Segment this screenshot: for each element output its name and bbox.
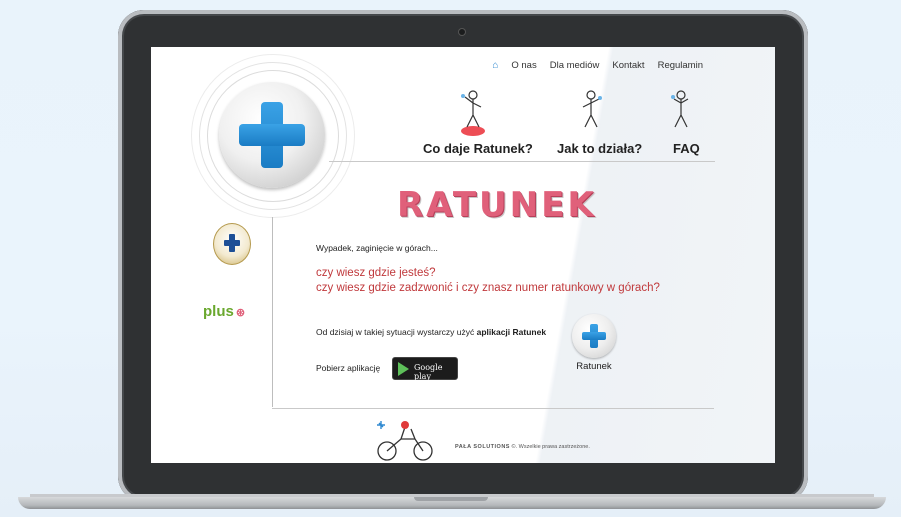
link-co-daje-ratunek[interactable]: Co daje Ratunek? <box>423 141 533 156</box>
nav-item-kontakt[interactable]: Kontakt <box>612 60 644 71</box>
mountain-rescue-emblem <box>213 223 251 265</box>
app-logo[interactable] <box>572 314 616 358</box>
footer-copyright: ©. Wszelkie prawa zastrzeżone. <box>511 444 590 450</box>
stick-figure-icon <box>671 90 689 128</box>
ratunek-logo[interactable] <box>219 82 325 188</box>
bike-rider-icon <box>377 421 433 461</box>
laptop-notch <box>414 497 488 501</box>
nav-item-dla-mediow[interactable]: Dla mediów <box>550 60 600 71</box>
footer-divider <box>272 408 714 409</box>
usage-prefix: Od dzisiaj w takiej sytuacji wystarczy u… <box>316 327 477 337</box>
link-faq[interactable]: FAQ <box>673 141 700 156</box>
question-number: czy wiesz gdzie zadzwonić i czy znasz nu… <box>316 282 660 294</box>
link-jak-to-dziala[interactable]: Jak to działa? <box>557 141 642 156</box>
page-title: RATUNEK <box>397 185 597 225</box>
cross-icon <box>224 234 240 252</box>
screen: ⌂ O nas Dla mediów Kontakt Regulamin Co … <box>151 47 775 463</box>
content-divider <box>272 217 273 407</box>
header-divider <box>329 161 715 162</box>
nav-item-o-nas[interactable]: O nas <box>511 60 536 71</box>
google-play-label: Google play <box>414 363 443 381</box>
footer-text: PAŁA SOLUTIONS ©. Wszelkie prawa zastrze… <box>455 444 590 450</box>
app-name-label: Ratunek <box>576 361 612 372</box>
cross-icon <box>239 102 305 168</box>
usage-app-name[interactable]: aplikacji Ratunek <box>477 327 546 337</box>
google-play-button[interactable]: Google play <box>392 357 458 381</box>
stick-figure-icon <box>461 90 485 136</box>
plus-logo: plus ⊛ <box>203 303 246 320</box>
home-icon[interactable]: ⌂ <box>492 60 498 71</box>
nav-item-regulamin[interactable]: Regulamin <box>658 60 703 71</box>
footer-brand: PAŁA SOLUTIONS <box>455 444 510 450</box>
usage-text: Od dzisiaj w takiej sytuacji wystarczy u… <box>316 327 546 337</box>
cross-icon <box>582 324 606 348</box>
top-nav: ⌂ O nas Dla mediów Kontakt Regulamin <box>492 60 703 71</box>
download-label: Pobierz aplikację <box>316 363 381 373</box>
play-store-icon <box>398 362 409 376</box>
question-location: czy wiesz gdzie jesteś? <box>316 267 436 279</box>
webcam <box>459 29 465 35</box>
intro-text: Wypadek, zaginięcie w górach... <box>316 243 438 253</box>
stick-figure-icon <box>582 90 602 128</box>
